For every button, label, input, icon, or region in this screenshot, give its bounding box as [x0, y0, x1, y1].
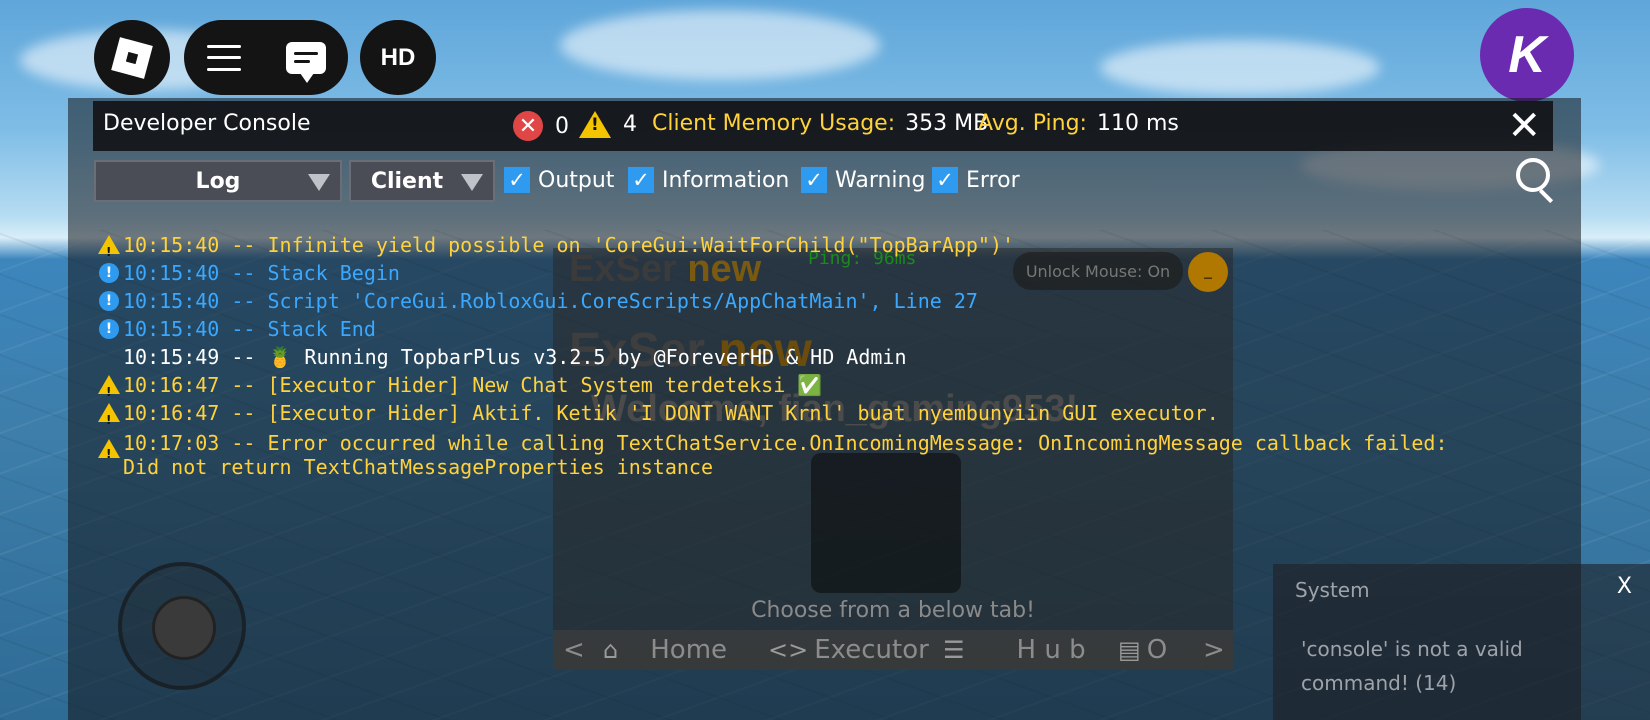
- log-entry: ! 10:15:40 -- Script 'CoreGui.RobloxGui.C…: [95, 287, 1448, 315]
- tab-executor[interactable]: <> Executor: [768, 632, 929, 668]
- tab-executor-label: Executor: [814, 635, 929, 665]
- warning-icon: [98, 403, 120, 434]
- tab-home[interactable]: ⌂ Home: [603, 632, 727, 668]
- log-text: 10:15:40 -- Script 'CoreGui.RobloxGui.Co…: [123, 289, 978, 313]
- hd-admin-button[interactable]: HD: [360, 20, 436, 95]
- checkbox-checked-icon[interactable]: ✓: [628, 167, 654, 193]
- choose-tab-hint: Choose from a below tab!: [751, 598, 1035, 623]
- list-icon: ☰: [943, 636, 965, 664]
- krnl-logo-icon: K: [1508, 26, 1546, 84]
- roblox-logo-icon: [111, 36, 153, 79]
- log-entry: 10:17:03 -- Error occurred while calling…: [95, 431, 1448, 479]
- chevron-down-icon: [461, 174, 483, 191]
- client-dropdown-label: Client: [370, 168, 444, 194]
- filter-output-label: Output: [538, 167, 615, 193]
- exser-tab-bar: < ⌂ Home <> Executor ☰ H u b ▤ O >: [553, 630, 1233, 670]
- info-icon: !: [99, 263, 119, 283]
- log-text: 10:15:40 -- Infinite yield possible on '…: [123, 233, 1015, 257]
- log-text: 10:15:49 -- 🍍 Running TopbarPlus v3.2.5 …: [123, 345, 907, 369]
- warning-icon: [98, 235, 120, 266]
- warning-triangle-icon: [579, 111, 611, 138]
- log-entry: 10:15:40 -- Infinite yield possible on '…: [95, 231, 1448, 266]
- tab-scroll-left[interactable]: <: [563, 632, 585, 668]
- filter-error-label: Error: [966, 167, 1020, 193]
- log-view-dropdown[interactable]: Log: [94, 160, 342, 202]
- filter-warning-label: Warning: [835, 167, 926, 193]
- error-count: 0: [555, 113, 569, 139]
- log-entry: 10:16:47 -- [Executor Hider] Aktif. Keti…: [95, 399, 1448, 434]
- warning-counter: 4: [579, 111, 637, 138]
- system-close-button[interactable]: X: [1617, 574, 1632, 599]
- hd-admin-label: HD: [380, 43, 416, 71]
- log-text: 10:17:03 -- Error occurred while calling…: [123, 431, 1448, 479]
- ping-label: Avg. Ping:: [978, 111, 1087, 136]
- roblox-menu-button[interactable]: [94, 20, 170, 95]
- console-title: Developer Console: [103, 111, 311, 136]
- log-text: 10:15:40 -- Stack Begin: [123, 261, 400, 285]
- filter-information-label: Information: [662, 167, 790, 193]
- menu-chat-group: [184, 20, 348, 95]
- log-text: 10:16:47 -- [Executor Hider] Aktif. Keti…: [123, 401, 1219, 425]
- log-text: 10:15:40 -- Stack End: [123, 317, 376, 341]
- checkbox-checked-icon[interactable]: ✓: [932, 167, 958, 193]
- memory-label: Client Memory Usage:: [652, 111, 896, 136]
- checkbox-checked-icon[interactable]: ✓: [801, 167, 827, 193]
- log-entry: 10:15:49 -- 🍍 Running TopbarPlus v3.2.5 …: [95, 343, 1448, 371]
- system-message: 'console' is not a valid command! (14): [1301, 637, 1523, 695]
- filter-output[interactable]: ✓ Output: [504, 167, 614, 193]
- filter-information[interactable]: ✓ Information: [628, 167, 789, 193]
- memory-value: 353 MB: [905, 111, 989, 136]
- chevron-down-icon: [308, 174, 330, 191]
- movement-joystick[interactable]: [118, 562, 246, 690]
- log-dropdown-label: Log: [195, 168, 241, 194]
- cloud: [560, 10, 880, 80]
- error-counter: ✕ 0: [513, 111, 569, 141]
- tab-other[interactable]: ▤ O: [1118, 632, 1167, 668]
- checkbox-checked-icon[interactable]: ✓: [504, 167, 530, 193]
- tab-hub-label: H u b: [1016, 635, 1086, 665]
- tab-other-label: O: [1146, 635, 1168, 665]
- console-log-list: 10:15:40 -- Infinite yield possible on '…: [95, 231, 1448, 479]
- warning-icon: [98, 375, 120, 406]
- log-entry: ! 10:15:40 -- Stack Begin: [95, 259, 1448, 287]
- warning-icon: [98, 439, 120, 466]
- home-icon: ⌂: [603, 636, 619, 664]
- chat-bubble-icon[interactable]: [285, 41, 326, 83]
- ping-value: 110 ms: [1096, 111, 1179, 136]
- tab-hub[interactable]: ☰ H u b: [943, 632, 1086, 668]
- warning-count: 4: [623, 112, 637, 137]
- hamburger-menu-icon[interactable]: [206, 44, 241, 71]
- log-entry: 10:16:47 -- [Executor Hider] New Chat Sy…: [95, 371, 1448, 406]
- info-icon: !: [99, 291, 119, 311]
- search-icon[interactable]: [1516, 158, 1550, 192]
- book-icon: ▤: [1118, 636, 1141, 664]
- error-x-icon: ✕: [513, 111, 543, 141]
- system-chat-panel: System X 'console' is not a valid comman…: [1273, 564, 1650, 720]
- info-icon: !: [99, 319, 119, 339]
- system-title: System: [1295, 578, 1370, 602]
- log-text: 10:16:47 -- [Executor Hider] New Chat Sy…: [123, 373, 823, 397]
- krnl-executor-button[interactable]: K: [1480, 8, 1574, 102]
- console-header: Developer Console ✕ 0 4 Client Memory Us…: [93, 101, 1553, 151]
- tab-scroll-right[interactable]: >: [1203, 632, 1225, 668]
- tab-home-label: Home: [650, 635, 728, 665]
- avg-ping: Avg. Ping: 110 ms: [978, 111, 1179, 136]
- console-close-button[interactable]: ✕: [1507, 106, 1541, 146]
- client-server-dropdown[interactable]: Client: [349, 160, 495, 202]
- filter-error[interactable]: ✓ Error: [932, 167, 1020, 193]
- filter-warning[interactable]: ✓ Warning: [801, 167, 925, 193]
- cloud: [1100, 40, 1380, 95]
- log-entry: ! 10:15:40 -- Stack End: [95, 315, 1448, 343]
- memory-usage: Client Memory Usage: 353 MB: [652, 111, 988, 136]
- code-icon: <>: [768, 636, 809, 664]
